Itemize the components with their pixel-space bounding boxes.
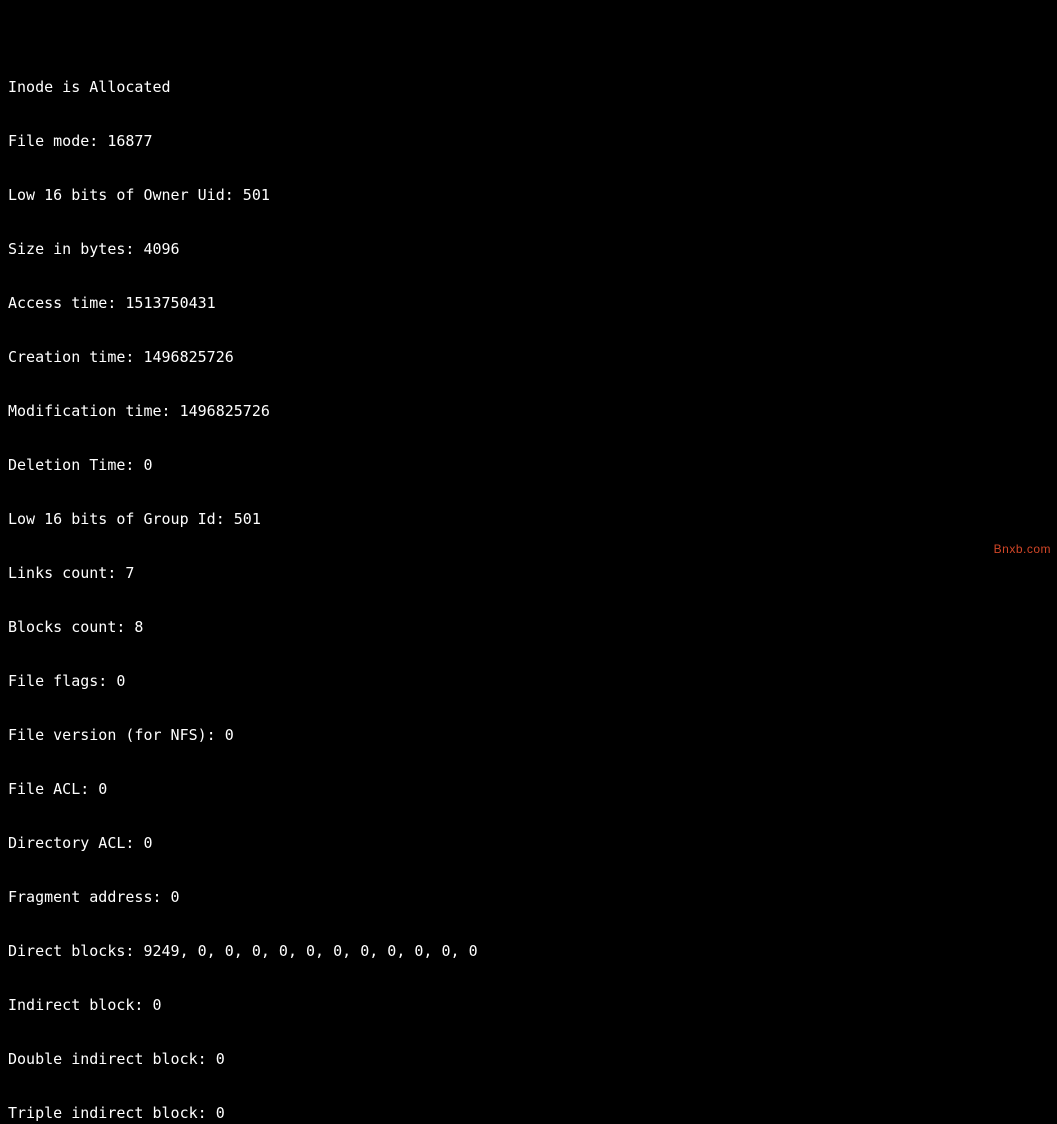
inode-line: Size in bytes: 4096 [8,240,1049,258]
inode-line: Creation time: 1496825726 [8,348,1049,366]
inode-line: File ACL: 0 [8,780,1049,798]
inode-line: Access time: 1513750431 [8,294,1049,312]
inode-line: Low 16 bits of Owner Uid: 501 [8,186,1049,204]
inode-line: Double indirect block: 0 [8,1050,1049,1068]
inode-line: Blocks count: 8 [8,618,1049,636]
inode-line: Directory ACL: 0 [8,834,1049,852]
inode-line: Modification time: 1496825726 [8,402,1049,420]
watermark: Bnxb.com [994,540,1051,558]
inode-line: Deletion Time: 0 [8,456,1049,474]
inode-line: Inode is Allocated [8,78,1049,96]
terminal-output[interactable]: Inode is Allocated File mode: 16877 Low … [0,0,1057,1124]
inode-line: Links count: 7 [8,564,1049,582]
inode-line: File flags: 0 [8,672,1049,690]
inode-line: Low 16 bits of Group Id: 501 [8,510,1049,528]
inode-line: File version (for NFS): 0 [8,726,1049,744]
inode-line: Fragment address: 0 [8,888,1049,906]
inode-line: Triple indirect block: 0 [8,1104,1049,1122]
inode-line: Direct blocks: 9249, 0, 0, 0, 0, 0, 0, 0… [8,942,1049,960]
inode-line: Indirect block: 0 [8,996,1049,1014]
inode-line: File mode: 16877 [8,132,1049,150]
